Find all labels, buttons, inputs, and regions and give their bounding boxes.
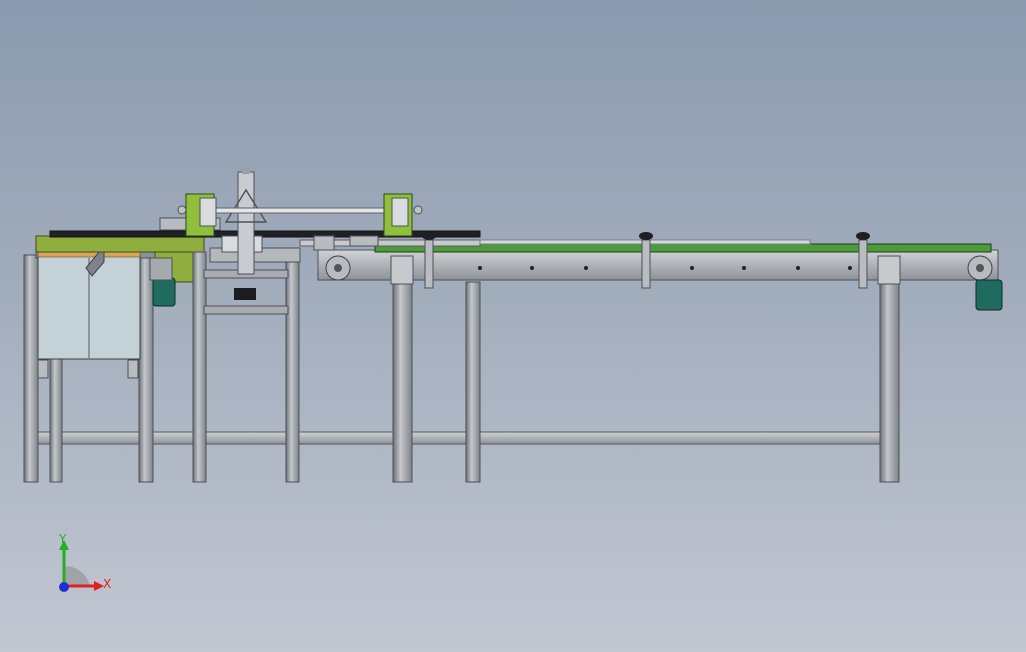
left-drive-motor <box>149 257 176 307</box>
y-axis-label: Y <box>58 532 67 546</box>
right-drive-motor <box>975 279 1003 311</box>
cad-viewport[interactable]: Y X <box>0 0 1026 652</box>
coordinate-triad[interactable]: Y X <box>58 532 111 592</box>
lower-stretcher <box>37 431 881 445</box>
z-axis-dot <box>59 582 69 592</box>
guard-panel <box>37 244 141 379</box>
triad-arc <box>64 565 90 586</box>
machine-assembly[interactable] <box>23 168 1003 483</box>
x-axis-label: X <box>103 577 111 591</box>
conveyor-legs <box>392 281 900 483</box>
